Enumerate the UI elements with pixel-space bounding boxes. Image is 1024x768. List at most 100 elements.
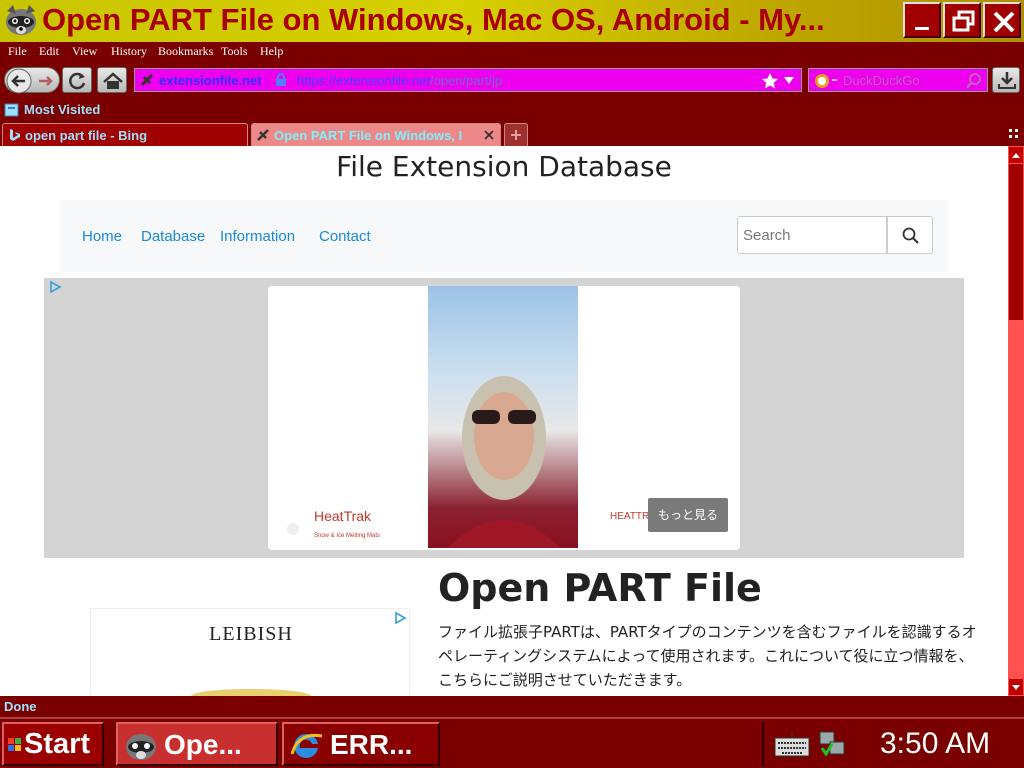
bookmarks-toolbar: Most Visited [0, 99, 1024, 121]
site-title: File Extension Database [336, 150, 672, 183]
nav-database-link[interactable]: Database [141, 228, 205, 245]
close-button[interactable] [983, 2, 1021, 38]
menu-file[interactable]: File [8, 44, 27, 59]
home-icon [103, 72, 123, 89]
site-favicon-icon [140, 73, 154, 87]
status-bar: Done [0, 697, 1024, 717]
most-visited-icon [4, 103, 19, 117]
menu-tools[interactable]: Tools [221, 44, 248, 59]
bookmark-star-icon[interactable] [761, 72, 779, 90]
taskbar-item-label: ERR... [330, 729, 413, 760]
tab-label: open part file - Bing [25, 128, 148, 143]
menu-view[interactable]: View [72, 44, 97, 59]
keyboard-icon[interactable] [774, 730, 810, 758]
ad-brand-tagline: Snow & Ice Melting Mats [314, 533, 381, 539]
tab-close-icon[interactable] [484, 130, 494, 140]
taskbar-item-browser[interactable]: Ope... [116, 722, 278, 766]
duckduckgo-icon [815, 74, 837, 88]
ad-more-button[interactable]: もっと見る [648, 498, 728, 532]
ad-card[interactable]: HeatTrak Snow & Ice Melting Mats HEATTRA… [268, 286, 740, 550]
url-host: https://extensionfile.net [297, 73, 430, 88]
menu-edit[interactable]: Edit [39, 44, 59, 59]
reload-button[interactable] [62, 67, 92, 93]
article-paragraph: ファイル拡張子PARTは、PARTタイプのコンテンツを含むファイルを認識するオペ… [438, 623, 977, 689]
reload-icon [69, 72, 86, 90]
ad-brand-name: HeatTrak [314, 508, 372, 524]
arrow-down-icon [1012, 685, 1020, 690]
search-placeholder: DuckDuckGo [843, 73, 920, 88]
navigation-toolbar: extensionfile.net https://extensionfile.… [0, 63, 1024, 97]
scroll-down-arrow[interactable] [1009, 679, 1023, 695]
arrow-up-icon [1012, 153, 1020, 158]
tab-list-icon[interactable] [1008, 128, 1020, 140]
url-path: /open/part/jp [429, 73, 503, 88]
scroll-up-arrow[interactable] [1009, 147, 1023, 163]
minimize-icon [915, 27, 929, 30]
menu-help[interactable]: Help [260, 44, 283, 59]
vertical-scrollbar[interactable] [1008, 146, 1024, 696]
windows-logo-icon [8, 738, 21, 751]
article-heading: Open PART File [438, 566, 762, 610]
status-text: Done [4, 699, 37, 714]
tab-label: Open PART File on Windows, I [274, 128, 463, 143]
adchoices-icon[interactable] [48, 280, 62, 294]
menu-bookmarks[interactable]: Bookmarks [158, 44, 213, 59]
tab-strip: open part file - Bing Open PART File on … [0, 122, 1024, 146]
lock-icon [276, 73, 286, 86]
site-favicon-icon [257, 129, 269, 141]
menu-history[interactable]: History [111, 44, 147, 59]
url-bar[interactable]: extensionfile.net https://extensionfile.… [134, 68, 802, 92]
advertisement-banner[interactable]: HeatTrak Snow & Ice Melting Mats HEATTRA… [44, 278, 964, 558]
scrollbar-thumb[interactable] [1009, 164, 1023, 320]
close-icon [993, 11, 1015, 33]
taskbar: Start Ope... ERR... 3:50 AM [0, 717, 1024, 768]
restore-icon [952, 10, 975, 32]
site-navbar: Home Database Information Contact Search [60, 200, 948, 272]
title-bar[interactable]: Open PART File on Windows, Mac OS, Andro… [0, 0, 1024, 42]
back-icon[interactable] [5, 68, 61, 94]
system-tray: 3:50 AM [762, 722, 1022, 766]
internet-explorer-icon [290, 733, 323, 758]
ad-brand-logo: HeatTrak Snow & Ice Melting Mats [314, 508, 380, 540]
search-bar[interactable]: DuckDuckGo [808, 68, 988, 92]
new-tab-button[interactable] [504, 123, 528, 146]
taskbar-item-ie[interactable]: ERR... [282, 722, 440, 766]
nav-contact-link[interactable]: Contact [319, 228, 371, 245]
ad-brand-name: LEIBISH [209, 623, 293, 645]
download-icon [998, 72, 1016, 89]
tab-extensionfile[interactable]: Open PART File on Windows, I [251, 123, 501, 146]
person-image [448, 376, 560, 548]
raccoon-app-icon [6, 5, 36, 35]
raccoon-app-icon [126, 734, 156, 760]
url-text: https://extensionfile.net/open/part/jp [297, 73, 502, 88]
back-forward-group [4, 67, 61, 94]
nav-home-link[interactable]: Home [82, 228, 122, 245]
url-dropdown-icon[interactable] [783, 76, 795, 86]
search-icon[interactable] [965, 72, 983, 90]
ad-video-image [428, 286, 578, 548]
browser-window: Open PART File on Windows, Mac OS, Andro… [0, 0, 1024, 768]
nav-information-link[interactable]: Information [220, 228, 295, 245]
start-button[interactable]: Start [2, 722, 104, 766]
taskbar-item-label: Ope... [164, 729, 242, 760]
ad-play-icon[interactable] [286, 522, 300, 536]
side-advertisement[interactable]: LEIBISH [90, 608, 410, 696]
plus-icon [511, 130, 521, 140]
ad-jewelry-image [191, 689, 311, 696]
downloads-button[interactable] [992, 67, 1020, 93]
url-domain-label: extensionfile.net [159, 73, 262, 88]
most-visited-link[interactable]: Most Visited [24, 102, 100, 117]
search-icon [902, 227, 919, 244]
home-button[interactable] [97, 67, 127, 93]
bing-icon [10, 129, 20, 141]
clock: 3:50 AM [880, 727, 991, 760]
site-search-button[interactable] [887, 216, 933, 254]
restore-button[interactable] [943, 2, 981, 38]
window-title: Open PART File on Windows, Mac OS, Andro… [42, 2, 825, 37]
site-search-input[interactable]: Search [737, 216, 887, 254]
minimize-button[interactable] [903, 2, 941, 38]
tab-bing[interactable]: open part file - Bing [2, 123, 248, 146]
network-icon[interactable] [816, 728, 850, 760]
menu-bar: File Edit View History Bookmarks Tools H… [0, 42, 1024, 62]
start-label: Start [24, 728, 91, 760]
